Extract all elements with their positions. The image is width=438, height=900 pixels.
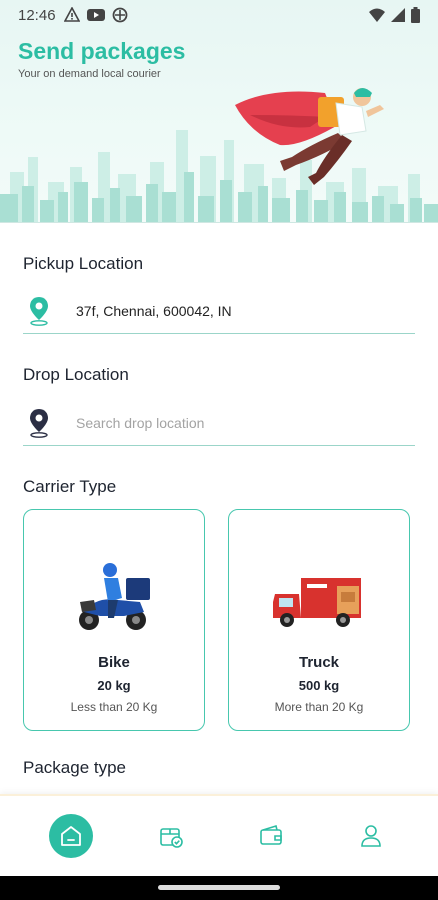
drop-pin-icon bbox=[23, 408, 55, 438]
signal-icon bbox=[391, 8, 405, 22]
carrier-weight: 500 kg bbox=[298, 678, 340, 693]
system-gesture-bar bbox=[0, 876, 438, 900]
bike-illustration bbox=[79, 563, 150, 630]
drop-label: Drop Location bbox=[23, 365, 129, 384]
header-divider bbox=[0, 222, 438, 223]
nav-wallet[interactable] bbox=[221, 806, 321, 866]
header-banner bbox=[0, 0, 438, 222]
pickup-pin-icon bbox=[23, 296, 55, 326]
nav-packages[interactable] bbox=[121, 806, 221, 866]
carrier-description: Less than 20 Kg bbox=[70, 700, 158, 714]
carrier-card-bike[interactable]: Bike 20 kg Less than 20 Kg bbox=[23, 509, 205, 731]
nav-home[interactable] bbox=[21, 806, 121, 866]
alert-icon bbox=[63, 7, 80, 22]
pickup-label: Pickup Location bbox=[23, 254, 144, 273]
drop-location-field bbox=[23, 400, 415, 446]
pickup-location-field[interactable]: 37f, Chennai, 600042, IN bbox=[23, 288, 415, 334]
carrier-weight: 20 kg bbox=[97, 678, 131, 693]
wallet-icon bbox=[260, 824, 282, 845]
home-gesture-handle[interactable] bbox=[158, 885, 280, 890]
packages-icon bbox=[160, 828, 183, 848]
youtube-icon bbox=[86, 9, 105, 21]
carrier-type-label: Carrier Type bbox=[23, 477, 117, 496]
carrier-title: Truck bbox=[298, 654, 340, 671]
wifi-icon bbox=[369, 8, 385, 22]
status-bar: 12:46 bbox=[0, 0, 438, 30]
carrier-card-truck[interactable]: Truck 500 kg More than 20 Kg bbox=[228, 509, 410, 731]
carrier-description: More than 20 Kg bbox=[274, 700, 364, 714]
vpn-icon bbox=[112, 7, 127, 23]
home-icon bbox=[49, 814, 93, 858]
package-type-label: Package type bbox=[23, 758, 127, 777]
nav-profile[interactable] bbox=[321, 806, 421, 866]
page-subtitle: Your on demand local courier bbox=[18, 68, 161, 80]
flying-courier-illustration bbox=[235, 88, 384, 185]
page-title: Send packages bbox=[18, 38, 186, 64]
truck-illustration bbox=[273, 578, 361, 627]
battery-icon bbox=[411, 7, 420, 23]
bottom-navigation bbox=[0, 794, 438, 876]
carrier-title: Bike bbox=[98, 654, 130, 671]
clock: 12:46 bbox=[18, 6, 56, 24]
profile-icon bbox=[361, 825, 381, 847]
pickup-address: 37f, Chennai, 600042, IN bbox=[76, 302, 232, 319]
drop-search-input[interactable] bbox=[76, 414, 376, 431]
